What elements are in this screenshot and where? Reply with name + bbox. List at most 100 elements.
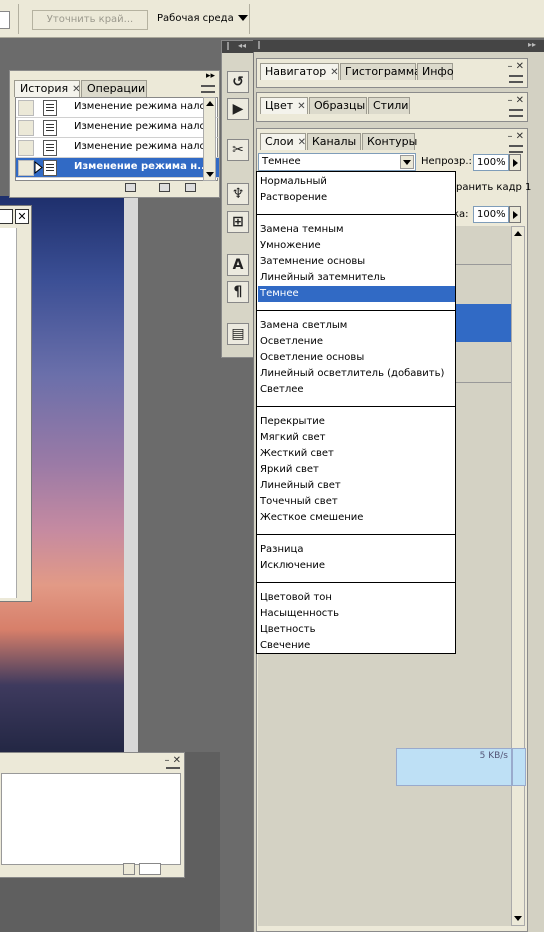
scroll-up-icon[interactable] (206, 101, 214, 106)
new-document-icon[interactable] (125, 183, 136, 192)
character-icon[interactable]: A (227, 254, 249, 276)
menu-item[interactable]: Мягкий свет (258, 430, 455, 446)
menu-item[interactable]: Линейный затемнитель (258, 270, 455, 286)
window-controls[interactable]: – ✕ (507, 61, 524, 72)
fill-slider-button[interactable] (509, 206, 521, 223)
tool-option-box[interactable] (0, 11, 10, 29)
menu-item[interactable]: Линейный свет (258, 478, 455, 494)
history-row[interactable]: Изменение режима нало... (16, 118, 219, 138)
history-tool-icon[interactable]: ↺ (227, 71, 249, 93)
tab-history[interactable]: История ✕ (14, 80, 81, 97)
arrow-right-icon[interactable] (123, 863, 135, 875)
brushes-icon[interactable]: ♆ (227, 183, 249, 205)
window-controls[interactable]: – ✕ (507, 95, 524, 106)
camera-icon[interactable] (159, 183, 170, 192)
menu-item[interactable]: Цветовой тон (258, 590, 455, 606)
tab-color[interactable]: Цвет ✕ (260, 97, 308, 114)
panel-menu-icon[interactable] (201, 85, 215, 93)
scrollbar[interactable] (511, 226, 525, 926)
tab-channels[interactable]: Каналы (307, 133, 361, 150)
menu-item[interactable]: Жесткое смешение (258, 510, 455, 526)
menu-item[interactable]: Разница (258, 542, 455, 558)
network-speed-widget: 5 KB/s (396, 748, 512, 786)
chevron-down-icon[interactable] (400, 155, 414, 169)
menu-item[interactable]: Насыщенность (258, 606, 455, 622)
menu-item-selected[interactable]: Темнее (258, 286, 455, 302)
tab-styles[interactable]: Стили (368, 97, 410, 114)
panel-menu-icon[interactable] (509, 109, 523, 117)
menu-item[interactable]: Точечный свет (258, 494, 455, 510)
menu-item[interactable]: Осветление (258, 334, 455, 350)
menu-item[interactable]: Нормальный (258, 174, 455, 190)
scroll-down-icon[interactable] (514, 916, 522, 921)
widget-scroll[interactable] (512, 748, 526, 786)
menu-item[interactable]: Яркий свет (258, 462, 455, 478)
workspace-menu[interactable]: Рабочая среда (157, 10, 248, 28)
menu-item[interactable]: Исключение (258, 558, 455, 574)
snapshot-checkbox[interactable] (18, 160, 34, 176)
history-row-selected[interactable]: Изменение режима н... (16, 158, 219, 178)
trash-icon[interactable] (185, 183, 196, 192)
help-icon[interactable] (0, 209, 13, 224)
opacity-field[interactable]: 100% (473, 154, 509, 171)
menu-item[interactable]: Замена светлым (258, 318, 455, 334)
panel-menu-icon[interactable] (509, 145, 523, 153)
tab-histogram[interactable]: Гистограмма (340, 63, 421, 80)
layer-row-selected[interactable] (455, 304, 511, 342)
history-row[interactable]: Изменение режима нало... (16, 98, 219, 118)
blend-mode-value: Темнее (262, 156, 301, 167)
divider (456, 264, 511, 265)
close-icon[interactable]: ✕ (330, 67, 338, 78)
refine-edge-button[interactable]: Уточнить край... (32, 10, 148, 30)
dialog-content (0, 228, 17, 598)
tools-preset-icon[interactable]: ✂ (227, 139, 249, 161)
menu-item[interactable]: Жесткий свет (258, 446, 455, 462)
menu-item[interactable]: Умножение (258, 238, 455, 254)
window-controls[interactable]: – ✕ (164, 755, 181, 766)
snapshot-checkbox[interactable] (18, 140, 34, 156)
close-icon[interactable]: ✕ (15, 209, 29, 224)
history-row-label: Изменение режима нало... (74, 121, 216, 132)
dialog-window: ✕ (0, 205, 32, 602)
menu-item[interactable]: Линейный осветлитель (добавить) (258, 366, 455, 382)
menu-item[interactable]: Светлее (258, 382, 455, 398)
paragraph-icon[interactable]: ¶ (227, 281, 249, 303)
zoom-icon[interactable] (139, 863, 161, 875)
menu-item[interactable]: Замена темным (258, 222, 455, 238)
collapse-icon[interactable]: ▸▸ (206, 71, 215, 81)
tab-navigator[interactable]: Навигатор ✕ (260, 63, 339, 80)
menu-item[interactable]: Затемнение основы (258, 254, 455, 270)
tab-swatches[interactable]: Образцы (309, 97, 367, 114)
tab-label: Контуры (367, 135, 418, 148)
snapshot-checkbox[interactable] (18, 100, 34, 116)
snapshot-checkbox[interactable] (18, 120, 34, 136)
history-row[interactable]: Изменение режима нало... (16, 138, 219, 158)
blend-mode-select[interactable]: Темнее (258, 153, 416, 171)
menu-item[interactable]: Осветление основы (258, 350, 455, 366)
notes-icon[interactable]: ▤ (227, 323, 249, 345)
close-icon[interactable]: ✕ (297, 101, 305, 112)
tab-layers[interactable]: Слои ✕ (260, 133, 306, 150)
actions-play-icon[interactable]: ▶ (227, 98, 249, 120)
menu-item[interactable]: Свечение (258, 638, 455, 654)
history-row-label: Изменение режима нало... (74, 141, 216, 152)
scrollbar[interactable] (203, 97, 216, 181)
panel-menu-icon[interactable] (509, 75, 523, 83)
menu-item[interactable]: Цветность (258, 622, 455, 638)
fill-field[interactable]: 100% (473, 206, 509, 223)
tab-info[interactable]: Инфо (417, 63, 454, 80)
menu-divider (257, 310, 455, 311)
menu-item[interactable]: Растворение (258, 190, 455, 206)
scroll-up-icon[interactable] (514, 231, 522, 236)
history-row-label: Изменение режима н... (74, 161, 209, 172)
menu-item[interactable]: Перекрытие (258, 414, 455, 430)
close-icon[interactable]: ✕ (72, 84, 80, 95)
tab-label: Слои (265, 135, 294, 148)
opacity-slider-button[interactable] (509, 154, 521, 171)
tab-paths[interactable]: Контуры (362, 133, 418, 150)
tab-actions[interactable]: Операции (81, 80, 147, 97)
scroll-down-icon[interactable] (206, 172, 214, 177)
clone-source-icon[interactable]: ⊞ (227, 211, 249, 233)
close-icon[interactable]: ✕ (298, 137, 306, 148)
window-controls[interactable]: – ✕ (507, 131, 524, 142)
